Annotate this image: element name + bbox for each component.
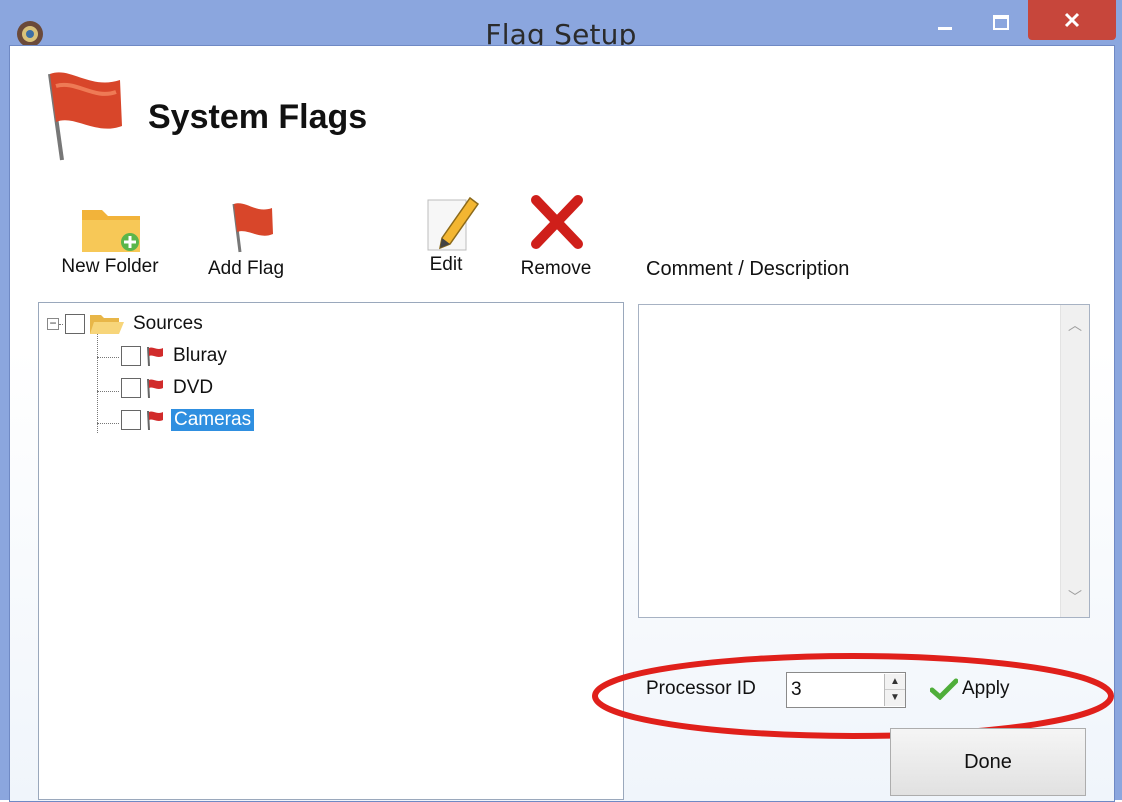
tree-label: Sources (133, 313, 203, 334)
vertical-scrollbar[interactable]: ︿ ﹀ (1060, 305, 1089, 617)
tree-label: Bluray (173, 345, 227, 366)
flag-icon (147, 378, 163, 399)
tree-connector (97, 391, 119, 392)
done-label: Done (964, 750, 1012, 773)
add-flag-label: Add Flag (207, 258, 285, 279)
pencil-icon (427, 196, 480, 251)
tree-node-bluray[interactable]: Bluray (121, 343, 227, 369)
page-title: System Flags (148, 98, 368, 136)
tree-label: DVD (173, 377, 214, 398)
checkbox[interactable] (121, 378, 141, 398)
minimize-button[interactable] (922, 0, 968, 46)
checkbox[interactable] (121, 346, 141, 366)
flag-icon (232, 203, 273, 253)
scroll-up-icon[interactable]: ︿ (1061, 315, 1089, 335)
maximize-icon (993, 15, 1009, 30)
comment-textarea[interactable]: ︿ ﹀ (638, 304, 1090, 618)
tree-label-selected: Cameras (171, 409, 255, 431)
flag-setup-window: Flag Setup System Flags New Folder Add F… (0, 0, 1122, 802)
flag-tree-view[interactable]: − Sources Bluray DVD Cameras (38, 302, 624, 800)
tree-connector (97, 331, 98, 433)
collapse-icon[interactable]: − (47, 317, 59, 330)
scroll-down-icon[interactable]: ﹀ (1061, 587, 1089, 607)
maximize-button[interactable] (978, 0, 1024, 46)
close-icon (1064, 12, 1080, 28)
checkbox[interactable] (121, 410, 141, 430)
close-button[interactable] (1028, 0, 1116, 40)
tree-node-sources[interactable]: − Sources (47, 311, 203, 337)
tree-connector (97, 357, 119, 358)
folder-open-icon (90, 315, 124, 334)
new-folder-label: New Folder (61, 256, 159, 277)
edit-label: Edit (429, 254, 463, 275)
remove-label: Remove (520, 258, 592, 279)
flag-icon (147, 346, 163, 367)
done-button[interactable]: Done (890, 728, 1086, 796)
tree-connector (97, 423, 119, 424)
flag-icon (147, 410, 163, 431)
tree-node-dvd[interactable]: DVD (121, 375, 213, 401)
tree-connector (59, 323, 63, 325)
remove-x-icon (531, 195, 583, 249)
flag-icon (48, 72, 122, 161)
folder-add-icon (82, 210, 140, 252)
minimize-icon (938, 27, 952, 30)
comment-label: Comment / Description (646, 258, 850, 280)
checkbox[interactable] (65, 314, 85, 334)
tree-node-cameras[interactable]: Cameras (121, 407, 255, 433)
